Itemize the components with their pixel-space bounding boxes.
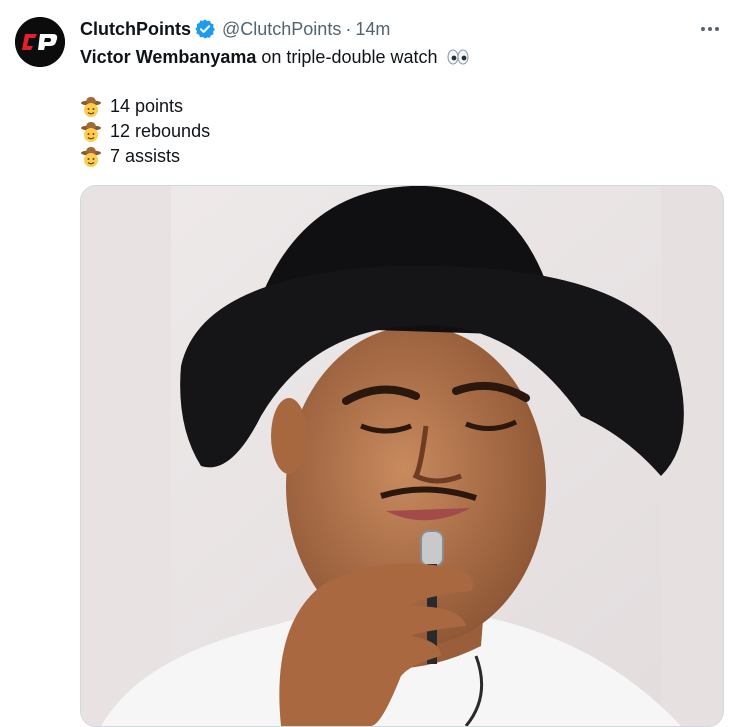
avatar[interactable] [15,17,65,67]
timestamp[interactable]: 14m [355,19,390,40]
stat-text: 14 points [110,96,184,116]
stats-list: 14 points 12 rebounds 7 assists [80,94,210,169]
cowboy-hat-face-icon [80,121,102,143]
stat-line: 14 points [80,94,210,119]
mentioned-name: Victor Wembanyama [80,47,257,67]
author-display-name[interactable]: ClutchPoints [80,19,191,40]
tweet-header: ClutchPoints @ClutchPoints · 14m [80,17,390,41]
cowboy-hat-face-icon [80,146,102,168]
stat-text: 12 rebounds [110,121,211,141]
eyes-emoji-icon [447,49,469,65]
more-options-button[interactable] [697,17,723,41]
separator-dot: · [345,18,352,39]
ellipsis-icon [701,27,719,31]
clutchpoints-logo [15,17,65,67]
stat-line: 12 rebounds [80,119,210,144]
author-handle[interactable]: @ClutchPoints [222,19,341,40]
video-still-image [81,186,723,726]
tweet-text-rest: on triple-double watch [256,47,438,67]
stat-text: 7 assists [110,146,181,166]
stat-line: 7 assists [80,144,210,169]
cowboy-hat-face-icon [80,96,102,118]
tweet-text: Victor Wembanyama on triple-double watch [80,44,470,70]
verified-badge-icon[interactable] [194,18,216,40]
tweet[interactable]: ClutchPoints @ClutchPoints · 14m Victor … [0,0,734,727]
tweet-media[interactable] [80,185,724,727]
